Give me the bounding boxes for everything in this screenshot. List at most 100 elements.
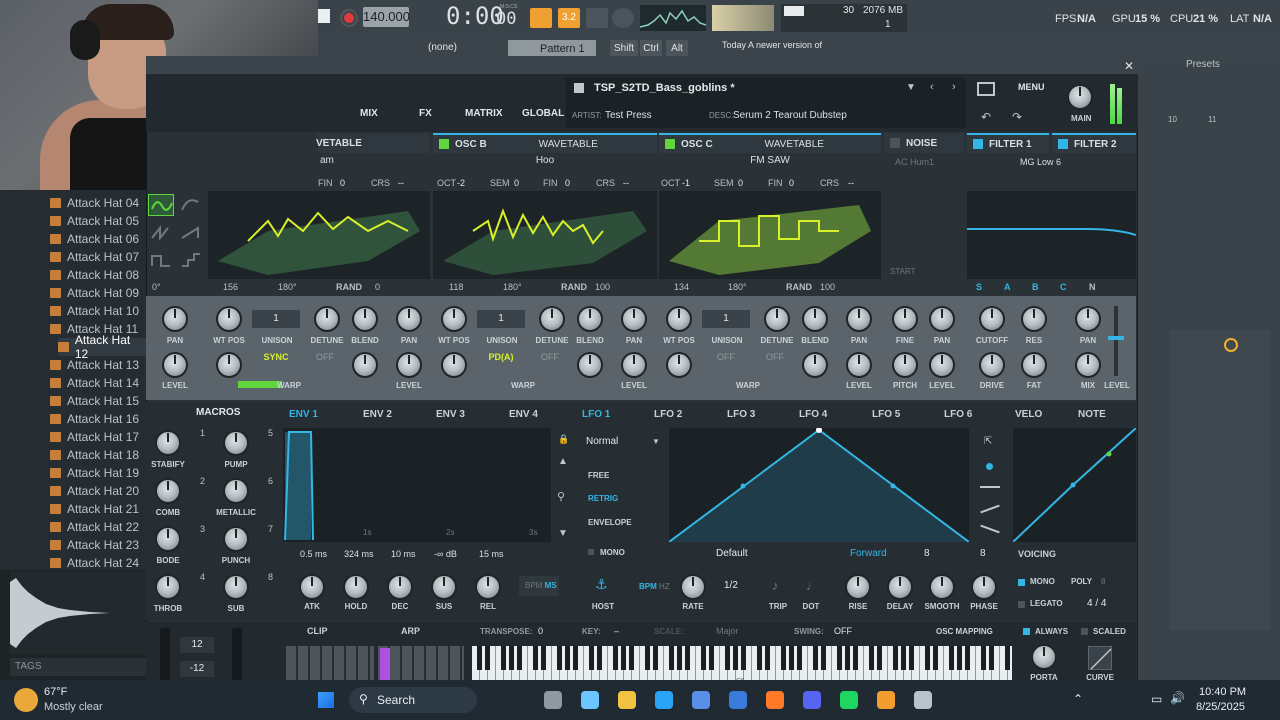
lfo-rate-value[interactable]: 1/2 xyxy=(724,580,738,591)
browser-item[interactable]: Attack Hat 18 xyxy=(50,446,139,464)
spotify-icon[interactable] xyxy=(840,691,858,709)
osc-c-header[interactable]: OSC C WAVETABLE xyxy=(659,133,881,153)
record-button[interactable] xyxy=(340,9,358,27)
piano-black-key[interactable] xyxy=(645,646,650,670)
piano-black-key[interactable] xyxy=(501,646,506,670)
presets-label[interactable]: Presets xyxy=(1186,59,1220,70)
piano-black-key[interactable] xyxy=(909,646,914,670)
mod-tab-env2[interactable]: ENV 2 xyxy=(363,405,392,423)
noise-header[interactable]: NOISE xyxy=(884,133,964,153)
lfo-export-icon[interactable]: ⇱ xyxy=(984,436,992,447)
piano-black-key[interactable] xyxy=(757,646,762,670)
browser-item[interactable]: Attack Hat 15 xyxy=(50,392,139,410)
piano-black-key[interactable] xyxy=(797,646,802,670)
noise-display[interactable]: START xyxy=(884,191,964,279)
osc-a-phase[interactable]: 180° xyxy=(278,282,297,292)
scaled-checkbox[interactable] xyxy=(1081,628,1088,635)
porta-knob[interactable] xyxy=(1031,644,1057,670)
osc-c-warp2-knob[interactable] xyxy=(802,352,828,378)
weather-desc[interactable]: Mostly clear xyxy=(44,701,103,713)
browser-item[interactable]: Attack Hat 14 xyxy=(50,374,139,392)
filter-route-a[interactable]: A xyxy=(1004,282,1011,292)
always-checkbox[interactable] xyxy=(1023,628,1030,635)
warp-mode-curve-icon[interactable] xyxy=(178,194,204,216)
piano-black-key[interactable] xyxy=(877,646,882,670)
osc-b-detune-knob[interactable] xyxy=(539,306,565,332)
osc-c-pos[interactable]: 134 xyxy=(674,282,689,292)
osc-b-phase[interactable]: 180° xyxy=(503,282,522,292)
lfo-grid-y[interactable]: 8 xyxy=(980,548,986,559)
osc-b-wtpos-knob[interactable] xyxy=(441,306,467,332)
warp-mode-square-icon[interactable] xyxy=(148,250,174,272)
browser-item[interactable]: Attack Hat 19 xyxy=(50,464,139,482)
lfo-delay-knob[interactable] xyxy=(887,574,913,600)
osc-a-crs[interactable]: -- xyxy=(398,178,404,188)
osc-c-detune-knob[interactable] xyxy=(764,306,790,332)
osc-a-blend-knob[interactable] xyxy=(352,306,378,332)
mod-tab-lfo2[interactable]: LFO 2 xyxy=(654,405,682,423)
osc-c-phase[interactable]: 180° xyxy=(728,282,747,292)
lfo-preset-select[interactable]: Default xyxy=(716,548,748,559)
filter-level-thumb[interactable] xyxy=(1108,336,1124,340)
osc-a-warp2-mode[interactable]: OFF xyxy=(305,352,345,368)
piano-black-key[interactable] xyxy=(965,646,970,670)
arp-label[interactable]: ARP xyxy=(401,626,420,636)
env-dec-knob[interactable] xyxy=(387,574,413,600)
osc-b-level-knob[interactable] xyxy=(621,352,647,378)
macro-2-knob[interactable] xyxy=(155,478,181,504)
browser-item[interactable]: Attack Hat 08 xyxy=(50,266,139,284)
windows-start-icon[interactable] xyxy=(318,692,334,708)
osc-c-warp1-knob[interactable] xyxy=(666,352,692,378)
browser-item[interactable]: Attack Hat 12 xyxy=(58,333,146,361)
lfo-phase-knob[interactable] xyxy=(971,574,997,600)
channel-select[interactable]: (none) xyxy=(428,42,457,53)
mod-wheel[interactable] xyxy=(232,628,242,682)
preset-dropdown-icon[interactable]: ▼ xyxy=(906,82,916,93)
osc-c-warp2-mode[interactable]: OFF xyxy=(755,352,795,368)
osc-b-type[interactable]: WAVETABLE xyxy=(539,139,598,150)
env-rel-knob[interactable] xyxy=(475,574,501,600)
mod-tab-env1[interactable]: ENV 1 xyxy=(289,405,318,423)
osc-c-pan-knob[interactable] xyxy=(846,306,872,332)
piano-black-key[interactable] xyxy=(565,646,570,670)
piano-black-key[interactable] xyxy=(789,646,794,670)
piano-black-key[interactable] xyxy=(853,646,858,670)
velo-graph[interactable] xyxy=(1012,427,1137,543)
lfo-envelope-option[interactable]: ENVELOPE xyxy=(588,518,632,527)
piano-black-key[interactable] xyxy=(629,646,634,670)
fl-studio-icon[interactable] xyxy=(877,691,895,709)
browser-item[interactable]: Attack Hat 17 xyxy=(50,428,139,446)
lfo-retrig-option[interactable]: RETRIG xyxy=(588,494,618,503)
tab-fx[interactable]: FX xyxy=(419,108,432,119)
osc-b-warp2-knob[interactable] xyxy=(577,352,603,378)
browser-item[interactable]: Attack Hat 21 xyxy=(50,500,139,518)
osc-c-blend-knob[interactable] xyxy=(802,306,828,332)
macro-7-label[interactable]: PUNCH xyxy=(206,556,266,565)
filter2-enable[interactable] xyxy=(1058,139,1068,149)
piano-black-key[interactable] xyxy=(981,646,986,670)
osc-c-oct[interactable]: -1 xyxy=(682,178,690,188)
osc-c-wavetable[interactable]: FM SAW xyxy=(659,155,881,171)
piano-black-key[interactable] xyxy=(589,646,594,670)
discord-icon[interactable] xyxy=(803,691,821,709)
env-sus-value[interactable]: -∞ dB xyxy=(434,549,457,559)
osc-b-oct[interactable]: -2 xyxy=(457,178,465,188)
curve-display[interactable] xyxy=(1088,646,1112,670)
weather-temp[interactable]: 67°F xyxy=(44,686,67,698)
piano-black-key[interactable] xyxy=(477,646,482,670)
osc-b-wavetable-display[interactable] xyxy=(433,191,657,279)
osc-c-warp-mode[interactable]: OFF xyxy=(698,352,754,368)
piano-black-key[interactable] xyxy=(621,646,626,670)
tab-mix[interactable]: MIX xyxy=(360,108,378,119)
tray-chevron-icon[interactable]: ⌃ xyxy=(1073,692,1083,706)
osc-b-blend-knob[interactable] xyxy=(577,306,603,332)
osc-b-sem[interactable]: 0 xyxy=(514,178,519,188)
osc-a-wtpos-knob[interactable] xyxy=(216,306,242,332)
osc-a-level-knob[interactable] xyxy=(162,352,188,378)
browser-item[interactable]: Attack Hat 24 xyxy=(50,554,139,572)
piano-black-key[interactable] xyxy=(677,646,682,670)
env-time-mode[interactable]: BPM MS xyxy=(519,576,559,596)
piano-black-key[interactable] xyxy=(893,646,898,670)
save-icon[interactable] xyxy=(574,83,584,93)
osc-b-unison-voices[interactable]: 1 xyxy=(477,310,525,328)
